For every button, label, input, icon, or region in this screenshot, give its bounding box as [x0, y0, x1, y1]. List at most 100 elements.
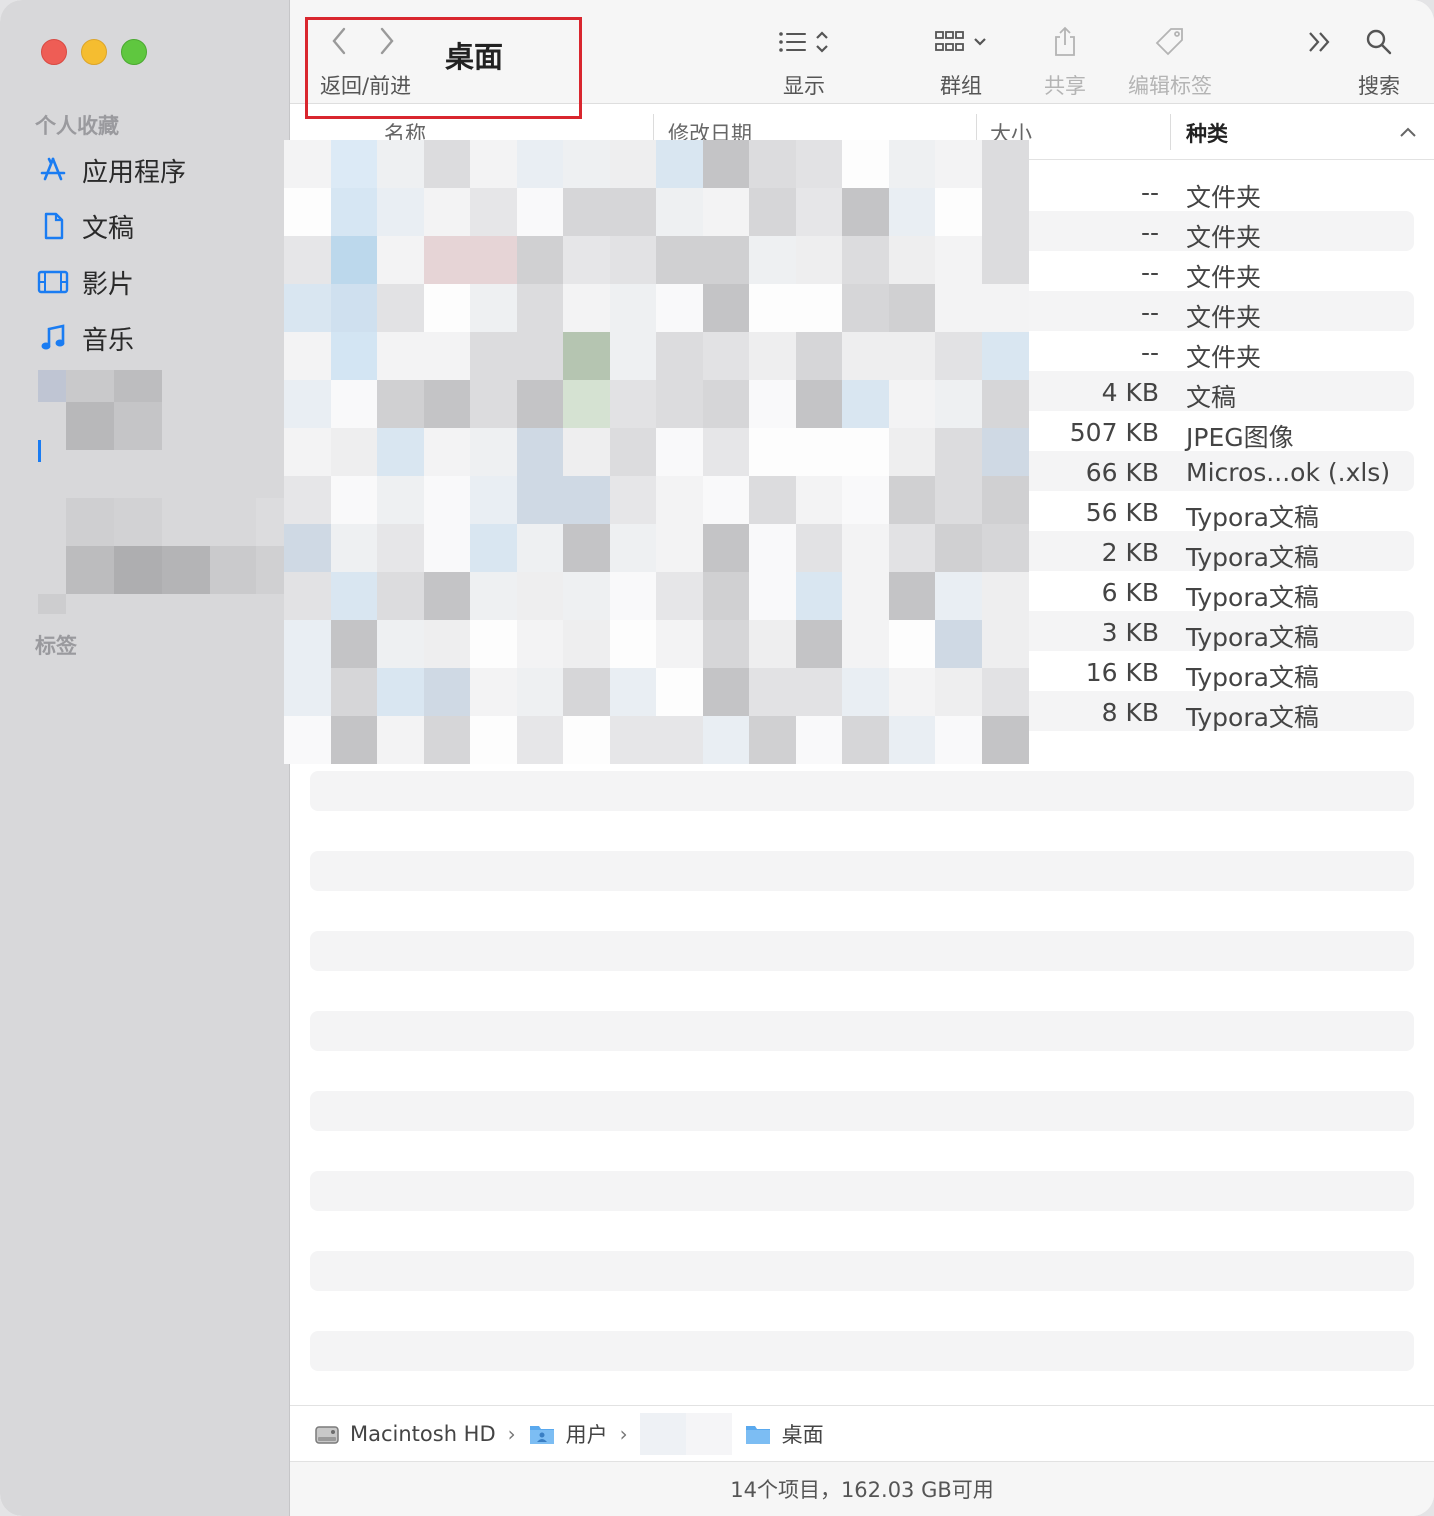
- redaction-pixel: [842, 332, 889, 380]
- file-size: 2 KB: [1101, 538, 1159, 567]
- sidebar-item-label: 文稿: [82, 213, 135, 244]
- redaction-pixel: [423, 332, 471, 380]
- redaction-pixel: [423, 572, 471, 620]
- file-kind: Typora文稿: [1186, 503, 1319, 532]
- empty-row: [310, 1291, 1414, 1331]
- redaction-pixel: [609, 620, 657, 668]
- path-item-disk[interactable]: Macintosh HD: [314, 1421, 496, 1447]
- redaction-pixel: [749, 476, 796, 524]
- redaction-pixel: [749, 380, 796, 428]
- search-icon: [1366, 29, 1392, 55]
- redaction-pixel: [284, 668, 331, 716]
- close-button[interactable]: [41, 39, 67, 65]
- redaction-pixel: [377, 332, 424, 380]
- file-kind: Micros...ok (.xls): [1186, 458, 1391, 487]
- more-toolbar-button[interactable]: [1306, 24, 1334, 60]
- redaction-pixel: [470, 524, 517, 572]
- redaction-pixel: [377, 668, 424, 716]
- redaction-pixel: [749, 188, 796, 236]
- redaction-pixel: [702, 332, 750, 380]
- redaction-pixel: [470, 188, 517, 236]
- double-chevron-right-icon: [1309, 32, 1330, 52]
- redaction-pixel: [284, 236, 331, 284]
- redaction-pixel: [284, 620, 331, 668]
- redaction-pixel: [377, 476, 424, 524]
- column-kind[interactable]: 种类: [1186, 118, 1228, 148]
- file-kind: JPEG图像: [1186, 423, 1294, 452]
- minimize-button[interactable]: [81, 39, 107, 65]
- redaction-pixel: [516, 140, 564, 188]
- redaction-pixel: [702, 716, 750, 764]
- redaction-pixel: [284, 428, 331, 476]
- redaction-pixel: [656, 380, 703, 428]
- path-item-desktop[interactable]: 桌面: [744, 1419, 824, 1449]
- group-button[interactable]: 群组: [934, 24, 988, 100]
- redaction-pixel: [377, 140, 424, 188]
- folder-icon: [744, 1422, 772, 1446]
- music-note-icon: [36, 321, 70, 355]
- redaction-pixel: [516, 716, 564, 764]
- redaction-pixel: [563, 428, 610, 476]
- redaction-pixel: [423, 524, 471, 572]
- redaction-pixel: [609, 188, 657, 236]
- redaction-pixel: [795, 476, 843, 524]
- redaction-pixel: [423, 140, 471, 188]
- redaction-pixel: [609, 524, 657, 572]
- redaction-pixel: [656, 140, 703, 188]
- redaction-pixel: [935, 236, 982, 284]
- redacted-path-item[interactable]: [639, 1412, 732, 1455]
- redaction-pixel: [423, 476, 471, 524]
- empty-row: [310, 1051, 1414, 1091]
- redaction-pixel: [888, 668, 936, 716]
- sidebar-item-music[interactable]: 音乐: [36, 318, 134, 358]
- redaction-pixel: [284, 332, 331, 380]
- redaction-pixel: [656, 620, 703, 668]
- redaction-pixel: [935, 188, 982, 236]
- redaction-pixel: [563, 572, 610, 620]
- empty-row: [310, 971, 1414, 1011]
- users-folder-icon: [528, 1422, 556, 1446]
- redaction-pixel: [330, 380, 378, 428]
- sidebar-item-documents[interactable]: 文稿: [36, 206, 134, 246]
- redaction-pixel: [377, 284, 424, 332]
- view-button[interactable]: 显示: [778, 24, 830, 100]
- sort-ascending-chevron-icon: [1400, 127, 1416, 137]
- zoom-button[interactable]: [121, 39, 147, 65]
- path-bar: Macintosh HD › 用户 › 桌面: [290, 1405, 1434, 1461]
- file-size: --: [1140, 258, 1159, 287]
- edit-tags-button[interactable]: 编辑标签: [1128, 24, 1212, 100]
- redaction-pixel: [888, 524, 936, 572]
- redaction-pixel: [702, 524, 750, 572]
- redaction-pixel: [981, 476, 1029, 524]
- redaction-pixel: [935, 716, 982, 764]
- redaction-pixel: [563, 524, 610, 572]
- sidebar-item-applications[interactable]: 应用程序: [36, 150, 186, 190]
- column-divider[interactable]: [1170, 114, 1171, 150]
- redaction-pixel: [470, 428, 517, 476]
- sidebar-item-label: 音乐: [82, 325, 135, 356]
- redaction-pixel: [609, 284, 657, 332]
- search-button[interactable]: 搜索: [1358, 24, 1400, 100]
- hard-disk-icon: [314, 1421, 340, 1447]
- redaction-pixel: [842, 188, 889, 236]
- redaction-pixel: [795, 140, 843, 188]
- redaction-pixel: [888, 332, 936, 380]
- redaction-pixel: [516, 284, 564, 332]
- redaction-pixel: [702, 284, 750, 332]
- redaction-pixel: [330, 428, 378, 476]
- list-view-icon: [779, 32, 806, 52]
- sidebar-item-movies[interactable]: 影片: [36, 262, 134, 302]
- redaction-pixel: [981, 284, 1029, 332]
- redaction-pixel: [423, 380, 471, 428]
- redaction-pixel: [656, 284, 703, 332]
- redaction-pixel: [330, 476, 378, 524]
- path-item-users[interactable]: 用户: [528, 1419, 608, 1449]
- redaction-pixel: [377, 380, 424, 428]
- redaction-pixel: [935, 284, 982, 332]
- redaction-pixel: [284, 284, 331, 332]
- redaction-pixel: [377, 428, 424, 476]
- redaction-pixel: [749, 236, 796, 284]
- share-button[interactable]: 共享: [1044, 24, 1086, 100]
- status-bar: 14个项目，162.03 GB可用: [290, 1461, 1434, 1516]
- redaction-pixel: [284, 380, 331, 428]
